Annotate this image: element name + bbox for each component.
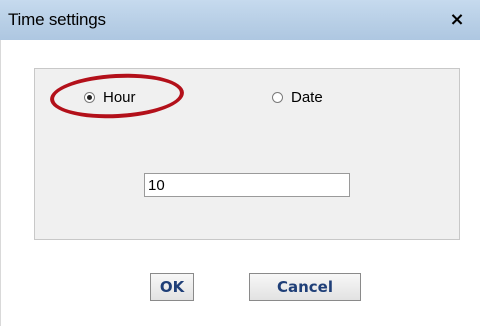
title-bar: Time settings ×: [0, 0, 480, 40]
ok-button-label: OK: [159, 278, 185, 296]
date-radio-label: Date: [291, 89, 323, 106]
date-radio-button[interactable]: [272, 92, 283, 103]
date-radio-option[interactable]: Date: [272, 89, 323, 106]
close-button[interactable]: ×: [446, 8, 468, 30]
close-icon: ×: [449, 8, 465, 30]
ok-button[interactable]: OK: [150, 273, 194, 301]
cancel-button-label: Cancel: [276, 278, 333, 296]
window-title: Time settings: [8, 10, 106, 29]
cancel-button[interactable]: Cancel: [249, 273, 361, 301]
hour-value-input[interactable]: [144, 173, 350, 197]
